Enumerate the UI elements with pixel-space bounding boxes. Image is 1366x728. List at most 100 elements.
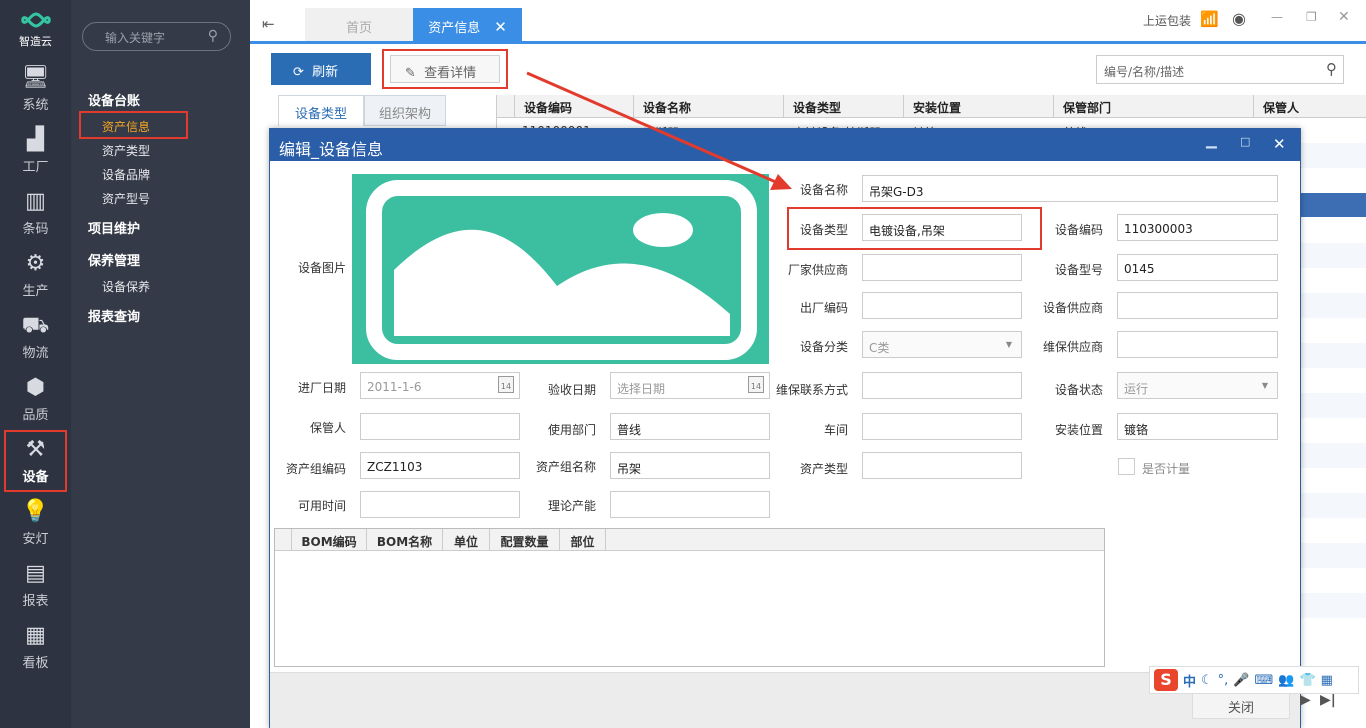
collapse-menu-icon[interactable]: ⇤: [262, 15, 275, 33]
maint-supplier-field[interactable]: [1117, 331, 1278, 358]
maint-contact-field[interactable]: [862, 372, 1022, 399]
punctuation-icon[interactable]: °,: [1218, 673, 1229, 688]
menu-group-maintenance[interactable]: 保养管理: [88, 250, 140, 269]
custodian-field[interactable]: [360, 413, 520, 440]
rail-item-7[interactable]: 💡 安灯: [0, 492, 71, 554]
equipment-supplier-field[interactable]: [1117, 292, 1278, 319]
grid-search-input[interactable]: 编号/名称/描述 ⚲: [1096, 55, 1344, 84]
menu-group-project[interactable]: 项目维护: [88, 218, 140, 237]
menu-item-device-maintenance[interactable]: 设备保养: [102, 278, 150, 295]
accept-date-field[interactable]: 选择日期 14: [610, 372, 770, 399]
menu-group-reports[interactable]: 报表查询: [88, 306, 140, 325]
skin-icon[interactable]: 👕: [1299, 673, 1315, 688]
metered-checkbox[interactable]: [1118, 458, 1135, 475]
grid-col-custodian[interactable]: 保管人: [1263, 99, 1299, 116]
tab-device-type[interactable]: 设备类型: [278, 95, 364, 126]
search-icon[interactable]: ⚲: [208, 28, 218, 44]
grid-col-location[interactable]: 安装位置: [913, 99, 961, 116]
user-icon[interactable]: ◉: [1232, 9, 1246, 28]
workshop-field[interactable]: [862, 413, 1022, 440]
label-vendor: 厂家供应商: [787, 263, 848, 277]
label-dept: 使用部门: [547, 423, 596, 437]
calendar-icon[interactable]: 14: [748, 376, 764, 393]
menu-item-asset-model[interactable]: 资产型号: [102, 190, 150, 207]
grid-col-type[interactable]: 设备类型: [793, 99, 841, 116]
group-code-field[interactable]: ZCZ1103: [360, 452, 520, 479]
microphone-icon[interactable]: 🎤: [1233, 673, 1249, 688]
dialog-close-icon[interactable]: ✕: [1273, 135, 1286, 153]
group-name-field[interactable]: 吊架: [610, 452, 770, 479]
bom-col-code[interactable]: BOM编码: [292, 529, 367, 551]
device-model-field[interactable]: 0145: [1117, 254, 1278, 281]
bom-col-unit[interactable]: 单位: [443, 529, 490, 551]
location-field[interactable]: 镀铬: [1117, 413, 1278, 440]
grid-col-code[interactable]: 设备编码: [524, 99, 572, 116]
vendor-field[interactable]: [862, 254, 1022, 281]
tab-asset-info-label: 资产信息: [428, 21, 481, 36]
document-icon: ▤: [25, 560, 46, 586]
rail-item-label: 看板: [22, 655, 49, 671]
grid-col-name[interactable]: 设备名称: [643, 99, 691, 116]
device-code-field[interactable]: 110300003: [1117, 214, 1278, 241]
factory-code-field[interactable]: [862, 292, 1022, 319]
label-maint-supplier: 维保供应商: [1042, 340, 1103, 354]
rail-item-0[interactable]: 🖥 系统: [0, 58, 71, 120]
tab-close-icon[interactable]: ✕: [494, 18, 507, 36]
menu-group-device-ledger[interactable]: 设备台账: [88, 90, 140, 109]
next-page-icon[interactable]: ▶: [1300, 692, 1311, 708]
available-time-field[interactable]: [360, 491, 520, 518]
sogou-logo-icon[interactable]: S: [1154, 669, 1178, 691]
menu-item-asset-info[interactable]: 资产信息: [79, 111, 188, 139]
grid-col-divider: [633, 95, 634, 118]
dialog-minimize-icon[interactable]: ▁: [1206, 133, 1217, 149]
grid-menu-icon[interactable]: ▦: [1321, 673, 1333, 688]
capacity-field[interactable]: [610, 491, 770, 518]
device-name-field[interactable]: 吊架G-D3: [862, 175, 1278, 202]
rail-item-5[interactable]: ⬢ 品质: [0, 368, 71, 430]
restore-icon[interactable]: ❐: [1306, 10, 1317, 24]
menu-item-asset-type[interactable]: 资产类型: [102, 142, 150, 159]
search-icon[interactable]: ⚲: [1326, 60, 1337, 78]
menu-search-placeholder: 输入关键字: [105, 31, 166, 45]
rail-item-2[interactable]: ▥ 条码: [0, 182, 71, 244]
bom-col-part[interactable]: 部位: [560, 529, 606, 551]
user-group-icon[interactable]: 👥: [1278, 673, 1294, 688]
rail-item-label: 报表: [22, 593, 49, 609]
category-select[interactable]: C类 ▼: [862, 331, 1022, 358]
view-detail-button[interactable]: ✎ 查看详情: [390, 55, 500, 83]
tab-org-structure[interactable]: 组织架构: [364, 95, 446, 126]
bom-col-qty[interactable]: 配置数量: [490, 529, 560, 551]
rail-item-9[interactable]: ▦ 看板: [0, 616, 71, 678]
device-status-select[interactable]: 运行 ▼: [1117, 372, 1278, 399]
ime-lang-toggle[interactable]: 中: [1183, 671, 1196, 690]
label-maint-contact: 维保联系方式: [775, 383, 848, 397]
tab-home[interactable]: 首页: [305, 8, 413, 41]
rail-item-8[interactable]: ▤ 报表: [0, 554, 71, 616]
calendar-icon[interactable]: 14: [498, 376, 514, 393]
rail-item-6[interactable]: ⚒ 设备: [4, 430, 67, 492]
dept-field[interactable]: 普线: [610, 413, 770, 440]
label-category: 设备分类: [799, 340, 848, 354]
tab-asset-info[interactable]: 资产信息 ✕: [413, 8, 522, 41]
label-device-status: 设备状态: [1054, 383, 1103, 397]
keyboard-icon[interactable]: ⌨: [1255, 673, 1274, 688]
side-menu: 输入关键字 ⚲ 设备台账 资产信息 资产类型 设备品牌 资产型号 项目维护 保养…: [71, 0, 250, 728]
rail-item-4[interactable]: ⛟ 物流: [0, 306, 71, 368]
minimize-icon[interactable]: —: [1271, 10, 1283, 24]
label-device-model: 设备型号: [1054, 263, 1103, 277]
refresh-button[interactable]: ⟳ 刷新: [271, 53, 371, 85]
grid-col-dept[interactable]: 保管部门: [1063, 99, 1111, 116]
dialog-maximize-icon[interactable]: □: [1240, 135, 1250, 148]
moon-icon[interactable]: ☾: [1201, 673, 1213, 688]
device-type-field[interactable]: 电镀设备,吊架: [862, 214, 1022, 241]
rail-item-1[interactable]: ▟ 工厂: [0, 120, 71, 182]
last-page-icon[interactable]: ▶|: [1320, 692, 1336, 708]
entry-date-field[interactable]: 2011-1-6 14: [360, 372, 520, 399]
rail-item-3[interactable]: ⚙ 生产: [0, 244, 71, 306]
menu-search-input[interactable]: 输入关键字 ⚲: [82, 22, 231, 51]
bom-col-name[interactable]: BOM名称: [367, 529, 443, 551]
asset-type-field[interactable]: [862, 452, 1022, 479]
menu-item-device-brand[interactable]: 设备品牌: [102, 166, 150, 183]
device-image[interactable]: [352, 174, 769, 364]
close-window-icon[interactable]: ✕: [1338, 9, 1350, 25]
